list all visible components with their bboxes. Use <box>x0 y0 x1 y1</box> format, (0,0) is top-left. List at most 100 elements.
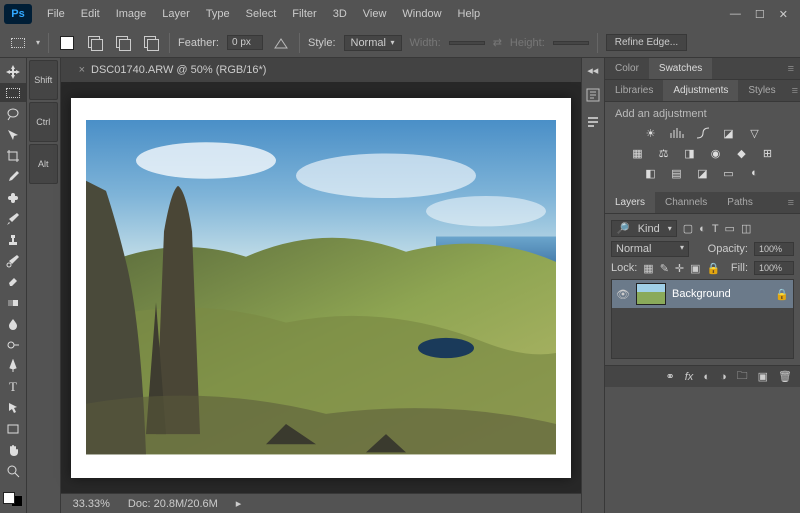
menu-window[interactable]: Window <box>395 4 448 24</box>
new-layer-icon[interactable]: ▣ <box>758 370 768 383</box>
menu-edit[interactable]: Edit <box>74 4 107 24</box>
canvas-area[interactable] <box>61 82 581 493</box>
gradient-tool[interactable] <box>0 293 26 312</box>
color-lookup-icon[interactable]: ⊞ <box>759 146 777 160</box>
filter-adjust-icon[interactable]: ◐ <box>699 223 706 235</box>
style-select[interactable]: Normal▾ <box>344 35 402 51</box>
threshold-icon[interactable]: ◪ <box>694 166 712 180</box>
refine-edge-button[interactable]: Refine Edge... <box>606 34 687 51</box>
filter-type-icon[interactable]: T <box>712 223 719 235</box>
panel-menu-icon[interactable]: ≡ <box>782 197 800 209</box>
quick-select-tool[interactable] <box>0 125 26 144</box>
filter-pixel-icon[interactable]: ▢ <box>683 222 693 235</box>
properties-panel-icon[interactable] <box>585 113 601 129</box>
link-layers-icon[interactable]: ⚭ <box>666 370 675 383</box>
panel-menu-icon[interactable]: ≡ <box>782 63 800 75</box>
type-tool[interactable]: T <box>0 377 26 396</box>
posterize-icon[interactable]: ▤ <box>668 166 686 180</box>
antialias-icon[interactable] <box>271 33 291 53</box>
channel-mixer-icon[interactable]: ◆ <box>733 146 751 160</box>
add-selection-icon[interactable] <box>85 33 105 53</box>
panel-expand-icon[interactable]: ◂◂ <box>587 64 598 77</box>
tab-paths[interactable]: Paths <box>717 192 763 213</box>
delete-layer-icon[interactable]: 🗑 <box>778 370 792 383</box>
new-adjustment-icon[interactable]: ◑ <box>720 371 727 383</box>
maximize-icon[interactable]: ☐ <box>755 8 765 21</box>
minimize-icon[interactable]: ― <box>730 8 741 21</box>
bw-icon[interactable]: ◨ <box>681 146 699 160</box>
path-select-tool[interactable] <box>0 398 26 417</box>
shift-key[interactable]: Shift <box>29 60 58 100</box>
invert-icon[interactable]: ◧ <box>642 166 660 180</box>
marquee-tool[interactable] <box>0 83 26 102</box>
tab-color[interactable]: Color <box>605 58 649 79</box>
healing-tool[interactable] <box>0 188 26 207</box>
alt-key[interactable]: Alt <box>29 144 58 184</box>
stamp-tool[interactable] <box>0 230 26 249</box>
eraser-tool[interactable] <box>0 272 26 291</box>
zoom-tool[interactable] <box>0 461 26 480</box>
close-icon[interactable]: ✕ <box>779 8 788 21</box>
menu-file[interactable]: File <box>40 4 72 24</box>
filter-smart-icon[interactable]: ◫ <box>741 222 751 235</box>
levels-icon[interactable] <box>668 126 686 140</box>
lock-transparent-icon[interactable]: ▦ <box>643 262 653 275</box>
color-balance-icon[interactable]: ⚖ <box>655 146 673 160</box>
ctrl-key[interactable]: Ctrl <box>29 102 58 142</box>
doc-info[interactable]: Doc: 20.8M/20.6M <box>128 498 218 510</box>
history-brush-tool[interactable] <box>0 251 26 270</box>
lock-artboard-icon[interactable]: ▣ <box>690 262 700 275</box>
menu-filter[interactable]: Filter <box>285 4 323 24</box>
dodge-tool[interactable] <box>0 335 26 354</box>
blend-mode-select[interactable]: Normal▾ <box>611 241 689 257</box>
tab-styles[interactable]: Styles <box>738 80 785 101</box>
new-selection-icon[interactable] <box>57 33 77 53</box>
photo-filter-icon[interactable]: ◉ <box>707 146 725 160</box>
history-panel-icon[interactable] <box>585 87 601 103</box>
eyedropper-tool[interactable] <box>0 167 26 186</box>
intersect-selection-icon[interactable] <box>141 33 161 53</box>
hue-icon[interactable]: ▦ <box>629 146 647 160</box>
menu-help[interactable]: Help <box>451 4 488 24</box>
feather-input[interactable]: 0 px <box>227 35 263 50</box>
menu-select[interactable]: Select <box>239 4 284 24</box>
brightness-icon[interactable]: ☀ <box>642 126 660 140</box>
status-arrow-icon[interactable]: ▸ <box>236 497 242 510</box>
tab-channels[interactable]: Channels <box>655 192 717 213</box>
move-tool[interactable] <box>0 62 26 81</box>
curves-icon[interactable] <box>694 126 712 140</box>
tool-preset-icon[interactable] <box>8 33 28 53</box>
blur-tool[interactable] <box>0 314 26 333</box>
tab-libraries[interactable]: Libraries <box>605 80 663 101</box>
hand-tool[interactable] <box>0 440 26 459</box>
chevron-down-icon[interactable]: ▾ <box>36 38 40 47</box>
tab-layers[interactable]: Layers <box>605 192 655 213</box>
document-tab[interactable]: DSC01740.ARW @ 50% (RGB/16*) <box>91 64 266 76</box>
lock-all-icon[interactable]: 🔒 <box>707 262 721 275</box>
menu-3d[interactable]: 3D <box>326 4 354 24</box>
tab-swatches[interactable]: Swatches <box>649 58 712 79</box>
panel-menu-icon[interactable]: ≡ <box>786 85 800 97</box>
menu-image[interactable]: Image <box>109 4 154 24</box>
tab-close-icon[interactable]: × <box>79 64 85 76</box>
menu-view[interactable]: View <box>356 4 394 24</box>
filter-shape-icon[interactable]: ▭ <box>725 222 735 235</box>
pen-tool[interactable] <box>0 356 26 375</box>
subtract-selection-icon[interactable] <box>113 33 133 53</box>
layer-mask-icon[interactable]: ◐ <box>703 371 710 383</box>
shape-tool[interactable] <box>0 419 26 438</box>
gradient-map-icon[interactable]: ▭ <box>720 166 738 180</box>
layer-fx-icon[interactable]: fx <box>685 371 694 383</box>
selective-color-icon[interactable]: ◐ <box>746 166 764 180</box>
color-swatch[interactable] <box>3 492 23 507</box>
exposure-icon[interactable]: ◪ <box>720 126 738 140</box>
menu-layer[interactable]: Layer <box>155 4 197 24</box>
new-group-icon[interactable]: 🗀 <box>737 367 748 386</box>
lock-position-icon[interactable]: ✛ <box>675 262 684 275</box>
vibrance-icon[interactable]: ▽ <box>746 126 764 140</box>
opacity-input[interactable]: 100% <box>754 242 794 256</box>
fill-input[interactable]: 100% <box>754 261 794 275</box>
layer-name[interactable]: Background <box>672 288 731 300</box>
tab-adjustments[interactable]: Adjustments <box>663 80 738 101</box>
brush-tool[interactable] <box>0 209 26 228</box>
